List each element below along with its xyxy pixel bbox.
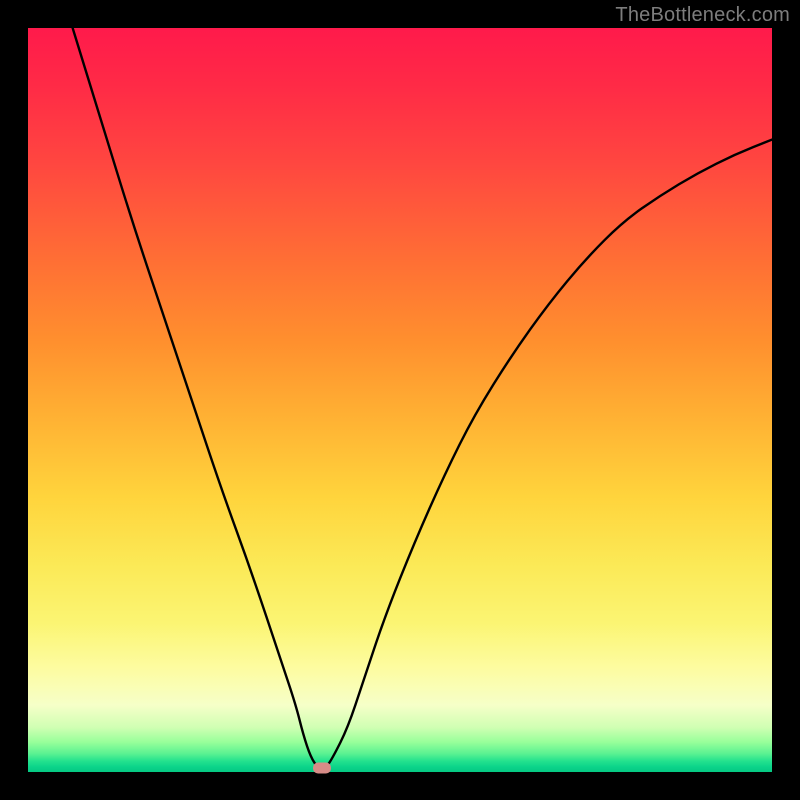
- watermark-text: TheBottleneck.com: [615, 4, 790, 27]
- bottleneck-curve: [73, 28, 772, 768]
- optimal-marker: [313, 763, 331, 774]
- chart-stage: TheBottleneck.com: [0, 0, 800, 800]
- curve-layer: [28, 28, 772, 772]
- plot-area: [28, 28, 772, 772]
